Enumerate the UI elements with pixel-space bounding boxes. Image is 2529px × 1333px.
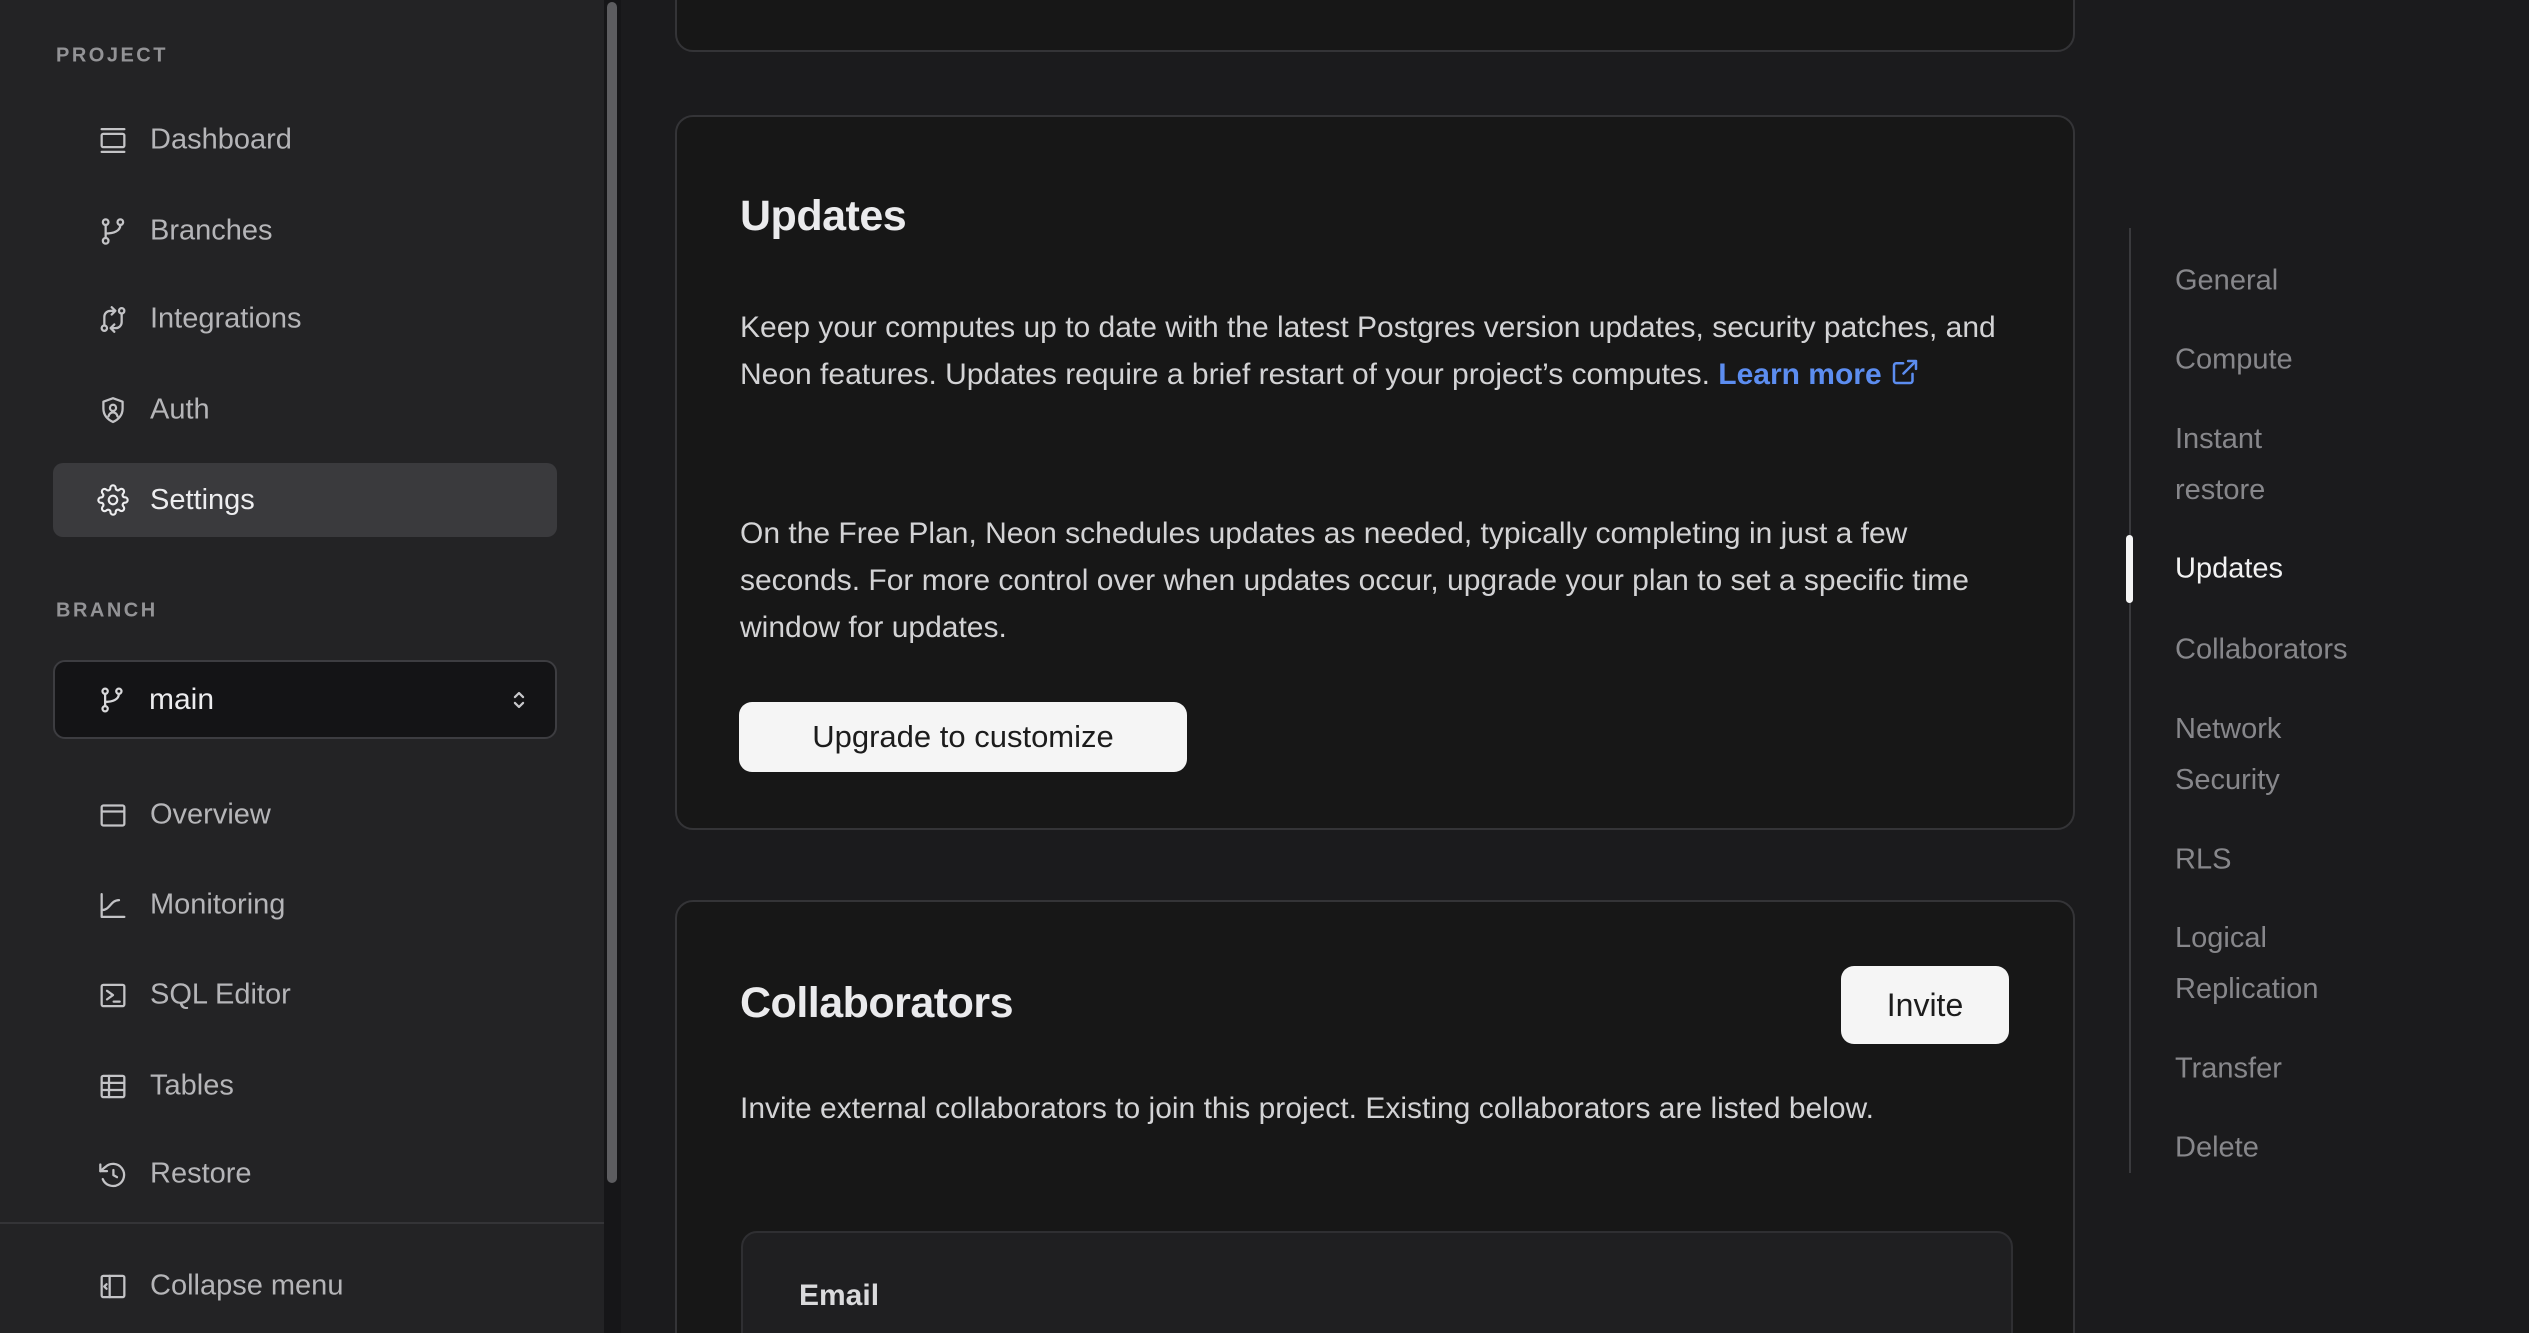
settings-nav-item-updates[interactable]: Updates [2175,544,2355,595]
table-icon [97,1070,129,1102]
settings-nav-item-general[interactable]: General [2175,256,2355,307]
sidebar-item-label: Dashboard [150,124,292,157]
chevron-up-down-icon [505,686,533,714]
branch-selector-value: main [149,683,214,717]
sidebar-item-auth[interactable]: Auth [97,394,210,427]
sidebar-item-dashboard[interactable]: Dashboard [97,124,292,157]
previous-settings-card [675,0,2075,52]
branch-selector[interactable]: main [53,660,557,739]
settings-nav-item-transfer[interactable]: Transfer [2175,1044,2355,1095]
branch-icon [97,685,127,715]
sidebar-item-label: Tables [150,1070,234,1103]
learn-more-link[interactable]: Learn more [1718,358,1919,391]
email-column-header: Email [799,1279,879,1313]
branch-section-label: BRANCH [56,600,158,623]
settings-nav-item-rls[interactable]: RLS [2175,835,2355,886]
sidebar-item-sql-editor[interactable]: SQL Editor [97,979,291,1012]
terminal-icon [97,979,129,1011]
sidebar-item-label: SQL Editor [150,979,291,1012]
collapse-menu-button[interactable]: Collapse menu [97,1270,343,1303]
neon-console-screen: PROJECT Dashboard Branches Integrations … [0,0,2529,1333]
settings-nav-item-network-security[interactable]: Network Security [2175,704,2355,806]
sidebar-item-label: Settings [150,484,255,517]
settings-nav-item-collaborators[interactable]: Collaborators [2175,625,2355,676]
settings-nav-item-logical-replication[interactable]: Logical Replication [2175,913,2355,1015]
external-link-icon [1890,357,1920,387]
invite-button[interactable]: Invite [1841,966,2009,1044]
updates-card-title: Updates [740,192,906,241]
sidebar-item-label: Monitoring [150,889,285,922]
sidebar-item-label: Collapse menu [150,1270,343,1303]
upgrade-to-customize-button[interactable]: Upgrade to customize [739,702,1187,772]
sidebar-item-tables[interactable]: Tables [97,1070,234,1103]
collaborators-card: Collaborators Invite Invite external col… [675,900,2075,1333]
sidebar-item-label: Restore [150,1158,252,1191]
overview-icon [97,799,129,831]
panel-collapse-icon [97,1270,129,1302]
project-sidebar: PROJECT Dashboard Branches Integrations … [0,0,604,1333]
settings-nav-item-compute[interactable]: Compute [2175,335,2355,386]
integrations-icon [97,303,129,335]
collaborators-card-title: Collaborators [740,979,1013,1028]
restore-history-icon [97,1158,129,1190]
dashboard-icon [97,124,129,156]
settings-nav-item-delete[interactable]: Delete [2175,1123,2355,1174]
monitoring-chart-icon [97,889,129,921]
updates-paragraph-1: Keep your computes up to date with the l… [740,304,2014,398]
collaborators-description: Invite external collaborators to join th… [740,1085,1900,1132]
sidebar-item-branches[interactable]: Branches [97,215,273,248]
collaborators-table: Email [741,1231,2013,1333]
sidebar-item-label: Integrations [150,303,302,336]
updates-paragraph-2: On the Free Plan, Neon schedules updates… [740,510,1980,651]
sidebar-item-label: Auth [150,394,210,427]
branch-icon [97,215,129,247]
gear-icon [97,484,129,516]
sidebar-item-label: Overview [150,799,271,832]
sidebar-divider [0,1222,604,1224]
project-section-label: PROJECT [56,45,168,68]
auth-shield-icon [97,394,129,426]
sidebar-item-overview[interactable]: Overview [97,799,271,832]
sidebar-item-monitoring[interactable]: Monitoring [97,889,285,922]
sidebar-item-label: Branches [150,215,273,248]
sidebar-item-restore[interactable]: Restore [97,1158,252,1191]
settings-nav-active-indicator [2126,535,2133,603]
sidebar-scrollbar-thumb[interactable] [607,2,617,1183]
sidebar-item-integrations[interactable]: Integrations [97,303,302,336]
settings-nav-rail [2129,228,2131,1173]
sidebar-item-settings[interactable]: Settings [53,463,557,537]
settings-nav-item-instant-restore[interactable]: Instant restore [2175,414,2355,516]
sidebar-scrollbar-track [604,0,621,1333]
updates-card: Updates Keep your computes up to date wi… [675,115,2075,830]
